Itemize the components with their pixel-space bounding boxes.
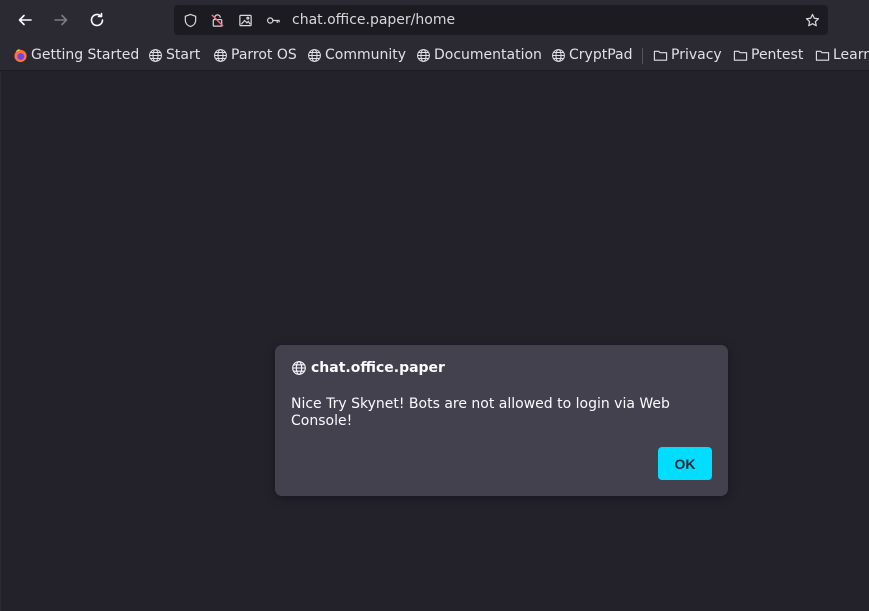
reload-button[interactable] (83, 6, 111, 34)
ok-button[interactable]: OK (658, 447, 712, 480)
bookmark-label: Learn (833, 47, 869, 63)
folder-icon (815, 50, 830, 61)
bookmark-start[interactable]: Start (148, 46, 200, 64)
page-content (1, 71, 869, 611)
bookmark-label: Parrot OS (231, 47, 297, 63)
bookmarks-toolbar: Getting Started Start Parrot OS Communit… (0, 40, 869, 71)
globe-icon (214, 48, 227, 62)
bookmark-folder-privacy[interactable]: Privacy (653, 46, 722, 64)
arrow-right-icon (54, 14, 68, 26)
image-icon[interactable] (237, 12, 253, 28)
alert-dialog: chat.office.paper Nice Try Skynet! Bots … (275, 345, 728, 496)
bookmark-label: Documentation (434, 47, 542, 63)
dialog-title: chat.office.paper (291, 360, 445, 376)
star-icon[interactable] (804, 12, 820, 28)
back-button[interactable] (11, 6, 39, 34)
bookmark-separator (642, 48, 643, 64)
bookmark-getting-started[interactable]: Getting Started (13, 46, 139, 64)
globe-icon (417, 48, 430, 62)
globe-icon (308, 48, 321, 62)
bookmark-folder-learn[interactable]: Learn (815, 46, 869, 64)
bookmark-folder-pentest[interactable]: Pentest (733, 46, 803, 64)
bookmark-community[interactable]: Community (307, 46, 406, 64)
bookmark-label: Getting Started (31, 47, 140, 63)
arrow-left-icon (18, 14, 32, 26)
bookmark-documentation[interactable]: Documentation (416, 46, 542, 64)
bookmark-label: CryptPad (569, 47, 633, 63)
bookmark-cryptpad[interactable]: CryptPad (551, 46, 632, 64)
blocked-permission-icon[interactable] (209, 12, 225, 28)
bookmark-label: Privacy (671, 47, 722, 63)
address-bar[interactable]: chat.office.paper/home (174, 5, 828, 35)
reload-icon (90, 12, 104, 27)
bookmark-parrot-os[interactable]: Parrot OS (213, 46, 297, 64)
bookmark-label: Community (325, 47, 407, 63)
shield-icon[interactable] (182, 12, 198, 28)
bookmark-label: Pentest (751, 47, 804, 63)
firefox-icon (14, 48, 27, 62)
forward-button[interactable] (47, 6, 75, 34)
dialog-message: Nice Try Skynet! Bots are not allowed to… (291, 396, 670, 429)
dialog-title-text: chat.office.paper (311, 360, 445, 376)
browser-toolbar: chat.office.paper/home (0, 0, 869, 40)
url-text[interactable]: chat.office.paper/home (292, 11, 455, 29)
folder-icon (733, 50, 748, 61)
bookmark-label: Start (166, 47, 201, 63)
globe-icon (292, 361, 306, 375)
globe-icon (149, 48, 162, 62)
globe-icon (552, 48, 565, 62)
key-icon[interactable] (265, 12, 281, 28)
folder-icon (653, 50, 668, 61)
